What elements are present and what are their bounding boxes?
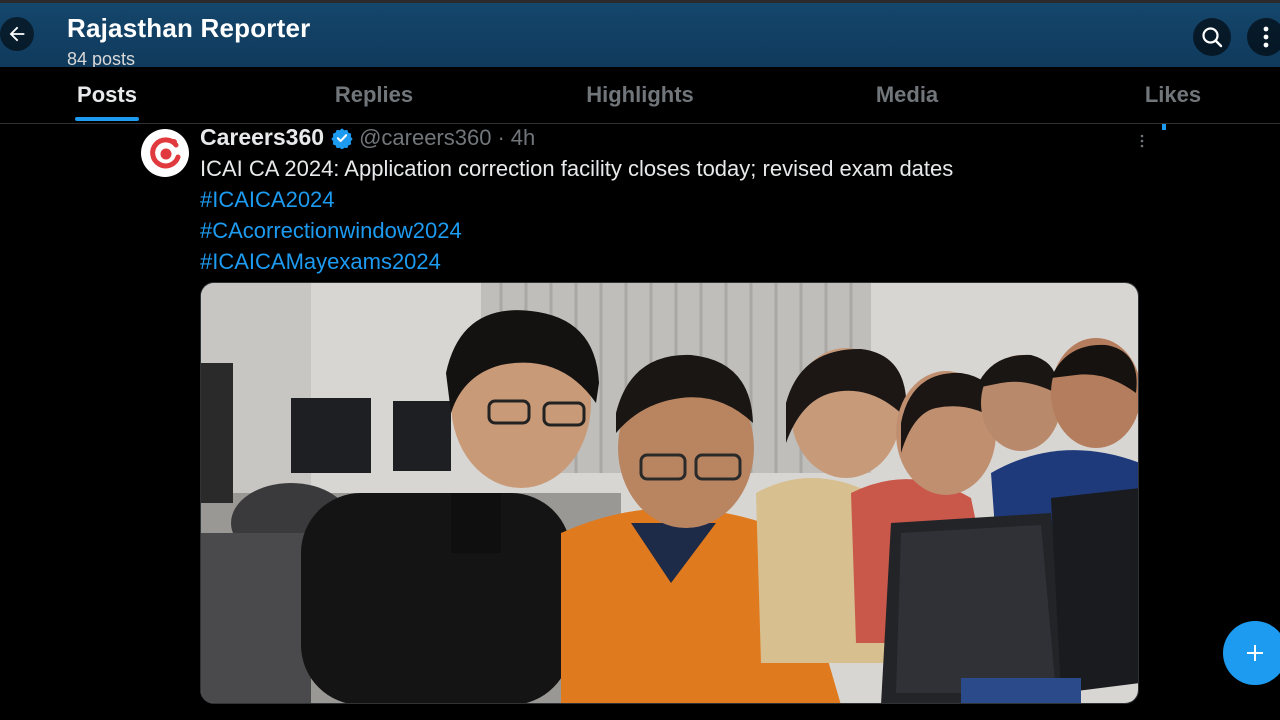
post-text: ICAI CA 2024: Application correction fac…: [200, 156, 954, 181]
verified-badge-icon: [331, 127, 353, 149]
post-media-image[interactable]: [200, 282, 1139, 704]
meta-separator: ·: [497, 124, 505, 150]
search-icon: [1202, 27, 1223, 48]
hashtag-link[interactable]: #CAcorrectionwindow2024: [200, 215, 953, 246]
more-vertical-icon: [1263, 26, 1269, 48]
back-button[interactable]: [0, 17, 34, 51]
tab-likes[interactable]: Likes: [1145, 82, 1201, 108]
arrow-left-icon: [9, 26, 25, 42]
plus-icon: [1247, 645, 1263, 661]
post-time[interactable]: 4h: [511, 125, 535, 151]
more-options-button[interactable]: [1247, 18, 1280, 56]
scroll-indicator: [1162, 124, 1166, 130]
photo-students-at-computers: [201, 283, 1138, 703]
author-handle[interactable]: @careers360: [359, 125, 491, 151]
hashtag-link[interactable]: #ICAICA2024: [200, 184, 953, 215]
post-body: ICAI CA 2024: Application correction fac…: [200, 153, 953, 277]
post-header: Careers360 @careers360 · 4h: [200, 124, 535, 151]
compose-button[interactable]: [1223, 621, 1280, 685]
author-avatar[interactable]: [141, 129, 189, 177]
active-tab-indicator: [75, 117, 139, 121]
post-count: 84 posts: [67, 49, 136, 67]
profile-tabs: Posts Replies Highlights Media Likes: [0, 67, 1280, 124]
tab-highlights[interactable]: Highlights: [586, 82, 694, 108]
tab-posts[interactable]: Posts: [77, 82, 137, 108]
profile-name: Rajasthan Reporter: [67, 13, 311, 43]
tab-replies[interactable]: Replies: [335, 82, 413, 108]
post-more-button[interactable]: [1136, 134, 1148, 148]
hashtag-link[interactable]: #ICAICAMayexams2024: [200, 246, 953, 277]
more-dots-icon: [1140, 134, 1144, 148]
profile-header: Rajasthan Reporter 84 posts: [0, 0, 1280, 67]
search-button[interactable]: [1193, 18, 1231, 56]
careers360-logo-icon: [144, 132, 186, 174]
author-name[interactable]: Careers360: [200, 124, 324, 151]
tab-media[interactable]: Media: [876, 82, 938, 108]
